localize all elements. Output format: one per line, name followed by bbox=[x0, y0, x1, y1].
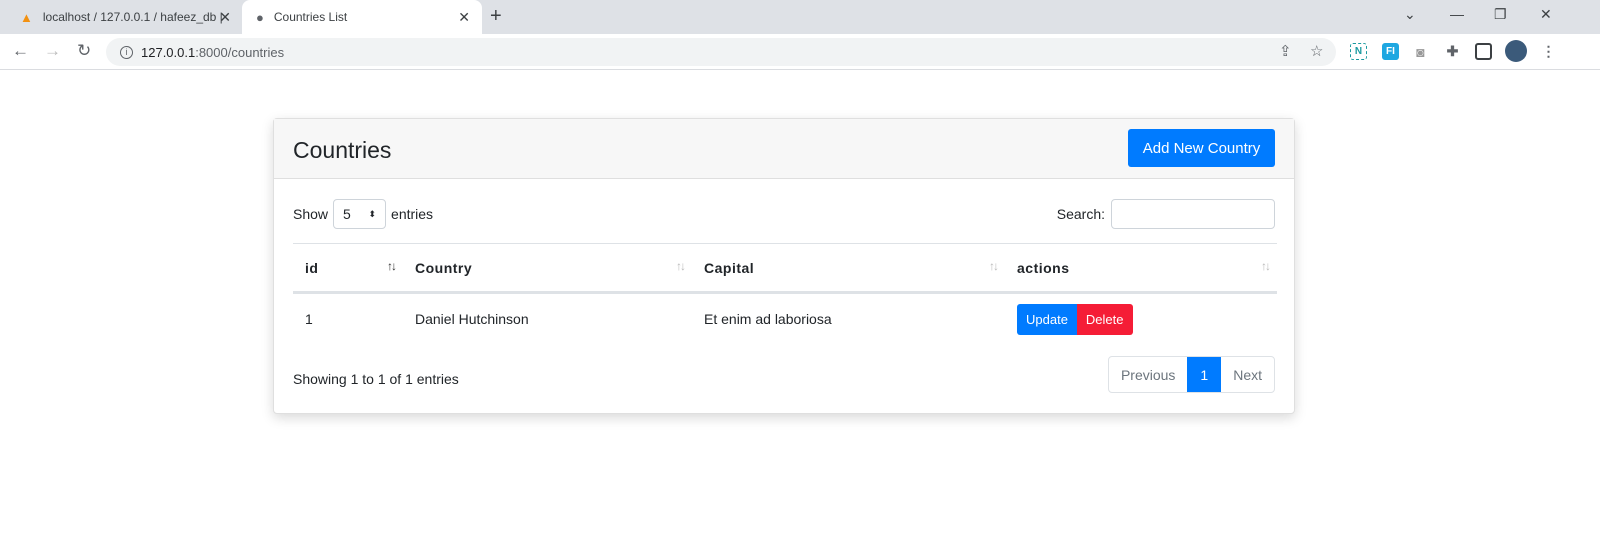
forward-icon[interactable]: → bbox=[44, 41, 61, 61]
add-new-country-button[interactable]: Add New Country bbox=[1128, 129, 1275, 167]
tab-search-icon[interactable]: ⌄ bbox=[1404, 6, 1416, 23]
site-info-icon[interactable]: i bbox=[120, 45, 133, 59]
camera-icon[interactable]: ◙ bbox=[1412, 43, 1429, 60]
tab-title: Countries List bbox=[273, 10, 348, 24]
tab-countries-list[interactable]: ● Countries List ✕ bbox=[242, 0, 482, 34]
entries-length-control: Show 5 ⬍ entries bbox=[293, 199, 433, 229]
browser-tab-bar: ▲ localhost / 127.0.0.1 / hafeez_db | ✕ … bbox=[0, 0, 1600, 34]
cell-country: Daniel Hutchinson bbox=[415, 311, 529, 328]
close-tab-icon[interactable]: ✕ bbox=[219, 9, 231, 26]
entries-select[interactable]: 5 ⬍ bbox=[333, 199, 387, 229]
card-header: Countries Add New Country bbox=[274, 119, 1294, 179]
column-label: Capital bbox=[704, 259, 755, 276]
column-header-actions[interactable]: actions ↑↓ bbox=[1005, 243, 1277, 294]
extension-n-icon[interactable]: N bbox=[1350, 43, 1367, 60]
next-page-button[interactable]: Next bbox=[1221, 357, 1274, 392]
url-path: :8000/countries bbox=[195, 44, 285, 60]
profile-avatar[interactable] bbox=[1505, 40, 1527, 62]
cell-actions: Update Delete bbox=[1005, 293, 1277, 345]
cell-capital: Et enim ad laboriosa bbox=[704, 311, 832, 328]
bookmark-star-icon[interactable]: ☆ bbox=[1310, 42, 1323, 60]
extension-fi-icon[interactable]: FI bbox=[1382, 43, 1399, 60]
tab-phpmyadmin[interactable]: ▲ localhost / 127.0.0.1 / hafeez_db | ✕ bbox=[8, 0, 243, 34]
sort-icon[interactable]: ↑↓ bbox=[1261, 259, 1271, 273]
menu-kebab-icon[interactable]: ⋮ bbox=[1540, 43, 1557, 60]
page-1-button[interactable]: 1 bbox=[1187, 357, 1222, 392]
column-header-capital[interactable]: Capital ↑↓ bbox=[692, 243, 1005, 294]
entries-value: 5 bbox=[343, 206, 351, 222]
column-header-country[interactable]: Country ↑↓ bbox=[403, 243, 692, 294]
url-host: 127.0.0.1 bbox=[141, 44, 196, 60]
minimize-icon[interactable]: — bbox=[1450, 6, 1464, 22]
tab-title: localhost / 127.0.0.1 / hafeez_db | bbox=[42, 10, 223, 24]
phpmyadmin-icon: ▲ bbox=[20, 9, 33, 25]
reload-icon[interactable]: ↻ bbox=[77, 41, 91, 61]
sort-icon[interactable]: ↑↓ bbox=[676, 259, 686, 273]
search-input[interactable] bbox=[1111, 199, 1275, 229]
globe-icon: ● bbox=[256, 9, 264, 25]
extensions-puzzle-icon[interactable]: ✚ bbox=[1444, 43, 1461, 60]
sort-icon[interactable]: ↑↓ bbox=[989, 259, 999, 273]
browser-toolbar: ← → ↻ i 127.0.0.1:8000/countries ⇪ ☆ N F… bbox=[0, 34, 1600, 70]
column-header-id[interactable]: id ↑↓ bbox=[293, 243, 403, 294]
entries-label: entries bbox=[391, 206, 434, 222]
share-icon[interactable]: ⇪ bbox=[1279, 42, 1292, 60]
back-icon[interactable]: ← bbox=[12, 41, 29, 61]
search-label: Search: bbox=[1056, 206, 1105, 222]
previous-page-button[interactable]: Previous bbox=[1109, 357, 1187, 392]
new-tab-icon[interactable]: + bbox=[490, 5, 502, 28]
update-button[interactable]: Update bbox=[1017, 303, 1077, 335]
restore-icon[interactable]: ❐ bbox=[1494, 6, 1507, 23]
side-panel-icon[interactable] bbox=[1475, 43, 1492, 60]
table-info: Showing 1 to 1 of 1 entries bbox=[293, 371, 459, 387]
close-window-icon[interactable]: ✕ bbox=[1540, 6, 1552, 23]
countries-table: id ↑↓ Country ↑↓ Capital ↑↓ actions ↑↓ 1 Dan… bbox=[293, 243, 1277, 345]
column-label: actions bbox=[1017, 259, 1070, 276]
column-label: Country bbox=[415, 259, 473, 276]
select-arrows-icon: ⬍ bbox=[368, 208, 377, 219]
close-tab-icon[interactable]: ✕ bbox=[458, 9, 470, 26]
address-bar[interactable]: i 127.0.0.1:8000/countries ⇪ ☆ bbox=[106, 38, 1336, 66]
cell-id: 1 bbox=[305, 311, 313, 328]
sort-icon[interactable]: ↑↓ bbox=[387, 259, 397, 273]
table-row: 1 Daniel Hutchinson Et enim ad laboriosa… bbox=[293, 293, 1277, 345]
column-label: id bbox=[305, 259, 319, 276]
pagination: Previous 1 Next bbox=[1107, 356, 1275, 393]
search-control: Search: bbox=[1057, 199, 1275, 229]
delete-button[interactable]: Delete bbox=[1076, 303, 1133, 335]
countries-card: Countries Add New Country Show 5 ⬍ entrie… bbox=[273, 118, 1295, 414]
page-title: Countries bbox=[293, 137, 392, 163]
show-label: Show bbox=[293, 206, 329, 222]
